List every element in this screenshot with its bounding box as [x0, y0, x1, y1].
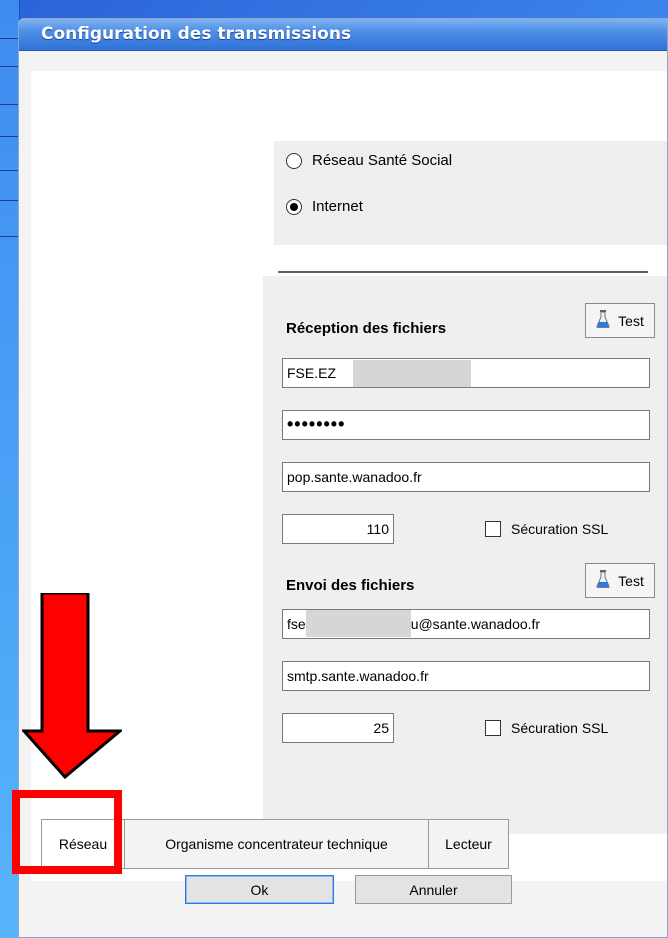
flask-icon [596, 310, 610, 331]
sending-port-input[interactable]: 25 [282, 713, 394, 743]
radio-button[interactable] [286, 152, 302, 169]
ok-button[interactable]: Ok [185, 875, 334, 904]
tab-organisme[interactable]: Organisme concentrateur technique [125, 819, 429, 869]
sending-test-button[interactable]: Test [585, 563, 655, 598]
radio-label: Réseau Santé Social [312, 152, 453, 169]
reception-ssl-checkbox-row[interactable]: Sécuration SSL [485, 521, 608, 537]
dialog-titlebar[interactable]: Configuration des transmissions [19, 19, 667, 51]
sending-server-input[interactable]: smtp.sante.wanadoo.fr [282, 661, 650, 691]
strip-divider [0, 136, 20, 137]
red-arrow-annotation [22, 593, 122, 779]
reception-section-title: Réception des fichiers [286, 320, 447, 337]
sending-email-input[interactable]: fse u@sante.wanadoo.fr [282, 609, 650, 639]
ok-button-label: Ok [250, 881, 269, 898]
sending-port-value: 25 [373, 720, 389, 736]
sending-email-suffix: u@sante.wanadoo.fr [410, 616, 541, 632]
reception-password-value: •••••••• [287, 414, 346, 434]
radio-option-rss[interactable]: Réseau Santé Social [286, 152, 452, 169]
test-button-label: Test [618, 312, 644, 329]
radio-label: Internet [312, 198, 363, 215]
tab-label: Organisme concentrateur technique [165, 836, 388, 852]
sending-ssl-label: Sécuration SSL [511, 720, 609, 736]
strip-divider [0, 236, 20, 237]
reception-ssl-label: Sécuration SSL [511, 521, 609, 537]
red-highlight-box [12, 790, 122, 874]
dialog-content-area: Réseau Santé Social Internet Réception d… [31, 71, 667, 881]
redacted-area [305, 610, 411, 637]
arrow-shape [22, 593, 122, 779]
reception-server-value: pop.sante.wanadoo.fr [287, 469, 422, 485]
redacted-area [353, 360, 471, 387]
radio-option-internet[interactable]: Internet [286, 198, 363, 215]
reception-test-button[interactable]: Test [585, 303, 655, 338]
strip-divider [0, 170, 20, 171]
reception-ssl-checkbox[interactable] [485, 521, 501, 537]
flask-icon [596, 570, 610, 591]
sending-ssl-checkbox[interactable] [485, 720, 501, 736]
reception-server-input[interactable]: pop.sante.wanadoo.fr [282, 462, 650, 492]
tab-label: Lecteur [445, 836, 492, 852]
tab-lecteur[interactable]: Lecteur [429, 819, 509, 869]
internet-config-panel: Réception des fichiers Test FSE.EZ •••••… [263, 276, 667, 834]
reception-port-value: 110 [366, 521, 389, 537]
sending-ssl-checkbox-row[interactable]: Sécuration SSL [485, 720, 608, 736]
test-button-label: Test [618, 572, 644, 589]
reception-port-input[interactable]: 110 [282, 514, 394, 544]
reception-login-value: FSE.EZ [287, 365, 337, 381]
reception-password-input[interactable]: •••••••• [282, 410, 650, 440]
network-choice-panel: Réseau Santé Social Internet [274, 141, 667, 245]
strip-divider [0, 66, 20, 67]
reception-login-input[interactable]: FSE.EZ [282, 358, 650, 388]
dialog-title: Configuration des transmissions [41, 24, 352, 44]
strip-divider [0, 200, 20, 201]
panel-separator [278, 271, 648, 273]
sending-email-prefix: fse [287, 616, 306, 632]
sending-server-value: smtp.sante.wanadoo.fr [287, 668, 429, 684]
cancel-button-label: Annuler [409, 881, 458, 898]
cancel-button[interactable]: Annuler [355, 875, 512, 904]
strip-divider [0, 38, 20, 39]
sending-section-title: Envoi des fichiers [286, 577, 415, 594]
strip-divider [0, 104, 20, 105]
radio-button[interactable] [286, 198, 302, 215]
